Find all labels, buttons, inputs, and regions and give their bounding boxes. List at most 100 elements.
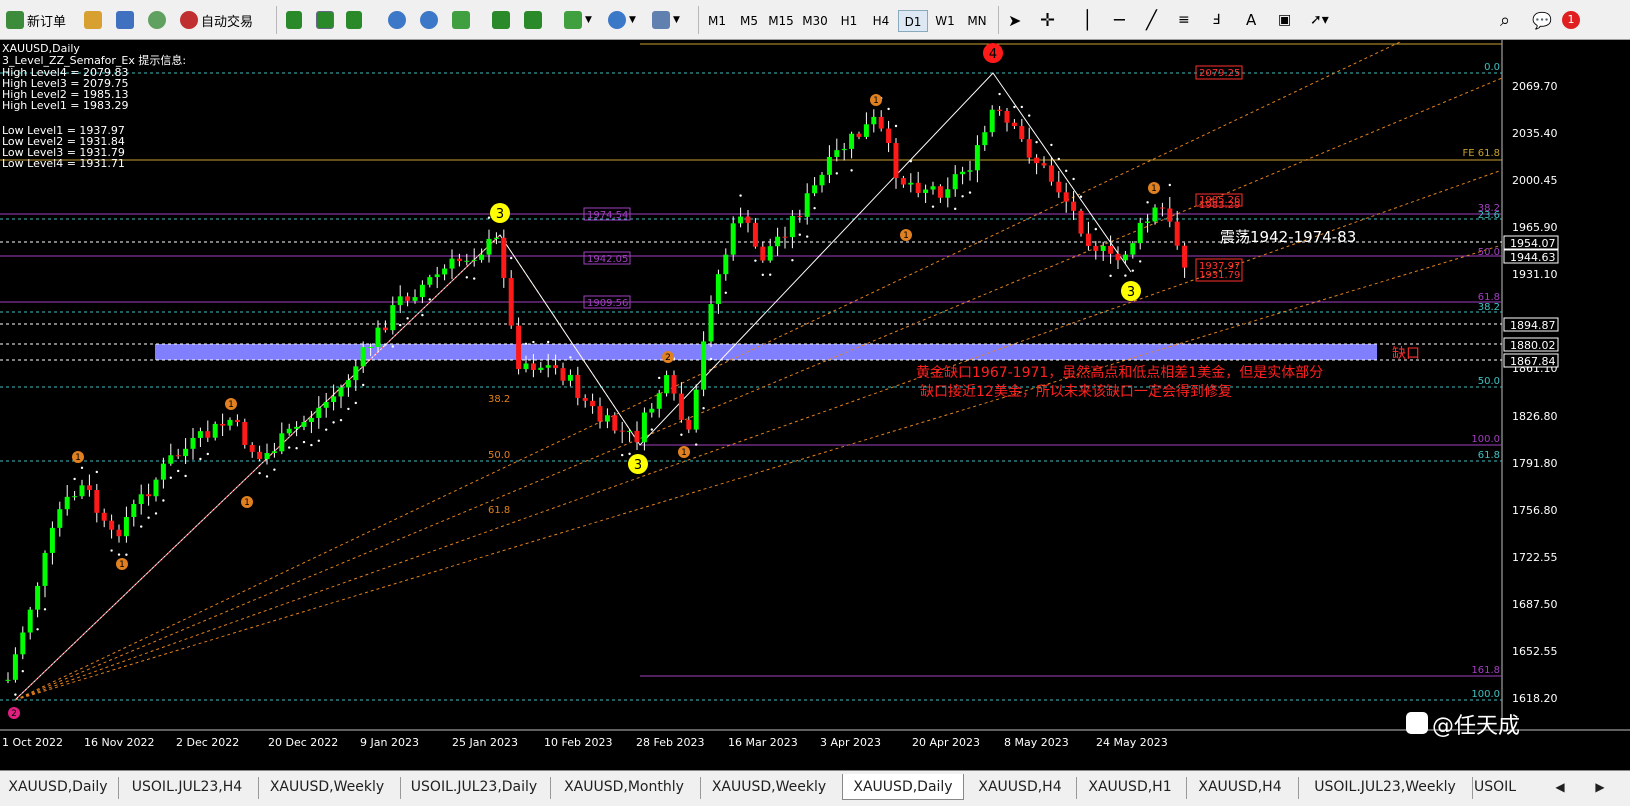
- candle-chart-button[interactable]: [316, 8, 337, 32]
- candle-body: [582, 397, 588, 401]
- history-button[interactable]: [148, 8, 169, 32]
- timeframe-m15[interactable]: M15: [766, 10, 796, 32]
- sar-dot: [621, 453, 624, 457]
- tab-usoil-weekly[interactable]: USOIL.JUL23,Weekly: [1300, 774, 1470, 800]
- vertical-line-tool[interactable]: │: [1082, 8, 1093, 32]
- candle-body: [190, 437, 196, 449]
- trendline-tool[interactable]: ╱: [1146, 8, 1157, 32]
- fibo-fan-tool[interactable]: Ⅎ: [1212, 8, 1220, 32]
- candle-body: [997, 109, 1003, 112]
- sar-dot: [117, 553, 121, 556]
- info-line: High Level1 = 1983.29: [2, 99, 129, 112]
- text-tool[interactable]: A: [1246, 8, 1256, 32]
- candle-body: [1011, 122, 1017, 127]
- candle-body: [723, 254, 729, 275]
- candle-body: [390, 305, 396, 331]
- timeframe-mn[interactable]: MN: [962, 10, 992, 32]
- candle-body: [560, 368, 566, 381]
- market-watch-button[interactable]: [84, 8, 105, 32]
- zoom-in-button[interactable]: [388, 8, 409, 32]
- fib-label: 50.0: [1478, 247, 1500, 258]
- sar-dot: [317, 439, 320, 443]
- candle-body: [382, 327, 388, 331]
- zoom-out-icon: [420, 11, 438, 29]
- date-tick: 20 Dec 2022: [268, 736, 338, 749]
- sar-dot: [384, 343, 387, 346]
- candle-body: [109, 520, 115, 530]
- candle-body: [641, 412, 647, 443]
- line-chart-button[interactable]: [346, 8, 365, 32]
- candle-body: [937, 186, 943, 198]
- label-tool[interactable]: ▣: [1278, 8, 1291, 32]
- candle-body: [886, 128, 892, 144]
- candle-body: [1034, 157, 1040, 164]
- sar-dot: [154, 512, 158, 515]
- fibo-tool[interactable]: ≡: [1178, 8, 1190, 32]
- tab-scroll-left[interactable]: ◀: [1540, 774, 1580, 800]
- auto-scroll-button[interactable]: [492, 8, 513, 32]
- tab-usoil-h4[interactable]: USOIL.JUL23,H4: [120, 774, 254, 800]
- tab-xauusd-h4[interactable]: XAUUSD,H4: [968, 774, 1072, 800]
- sar-dot: [110, 549, 113, 552]
- tab-xauusd-daily[interactable]: XAUUSD,Daily: [2, 774, 114, 800]
- date-tick: 9 Jan 2023: [360, 736, 419, 749]
- arrows-tool[interactable]: ➚▾: [1310, 8, 1329, 32]
- chat-button[interactable]: 💬: [1532, 8, 1552, 32]
- tab-xauusd-h1[interactable]: XAUUSD,H1: [1078, 774, 1182, 800]
- candle-body: [1115, 253, 1121, 261]
- cursor-tool[interactable]: ➤: [1008, 8, 1021, 32]
- price-tick: 2035.40: [1512, 127, 1558, 140]
- candle-body: [397, 296, 403, 306]
- tab-xauusd-monthly[interactable]: XAUUSD,Monthly: [552, 774, 696, 800]
- auto-trade-button[interactable]: 自动交易: [180, 8, 253, 32]
- timeframe-m5[interactable]: M5: [734, 10, 764, 32]
- templates-button[interactable]: ▼: [652, 8, 680, 32]
- new-order-button[interactable]: 新订单: [6, 8, 66, 32]
- bar-chart-icon: [286, 11, 302, 29]
- sar-dot: [125, 553, 128, 556]
- tab-scroll-right[interactable]: ▶: [1580, 774, 1620, 800]
- notifications-button[interactable]: 1: [1562, 8, 1580, 32]
- timeframe-w1[interactable]: W1: [930, 10, 960, 32]
- zoom-out-button[interactable]: [420, 8, 441, 32]
- candle-body: [1167, 208, 1173, 222]
- sar-dot: [465, 276, 468, 279]
- candle-body: [508, 277, 514, 326]
- price-box: 1894.87: [1510, 319, 1556, 332]
- tab-usoil-daily[interactable]: USOIL.JUL23,Daily: [402, 774, 546, 800]
- price-chart[interactable]: XAUUSD,Daily 3_Level_ZZ_Semafor_Ex 提示信息:…: [0, 40, 1630, 770]
- auto-trade-label: 自动交易: [201, 14, 254, 30]
- sar-dot: [258, 471, 261, 475]
- timeframe-m30[interactable]: M30: [800, 10, 830, 32]
- sar-dot: [310, 443, 313, 447]
- bar-chart-button[interactable]: [286, 8, 305, 32]
- timeframe-m1[interactable]: M1: [702, 10, 732, 32]
- navigator-button[interactable]: [116, 8, 137, 32]
- horizontal-line-tool[interactable]: ─: [1114, 8, 1125, 32]
- indicators-button[interactable]: ▼: [564, 8, 592, 32]
- candle-body: [812, 185, 818, 194]
- date-tick: 1 Oct 2022: [2, 736, 63, 749]
- level-boxes: 1974.54 1942.05 1909.56: [583, 207, 631, 309]
- tab-xauusd-h4-2[interactable]: XAUUSD,H4: [1188, 774, 1292, 800]
- tab-xauusd-weekly-2[interactable]: XAUUSD,Weekly: [702, 774, 836, 800]
- candle-body: [249, 444, 255, 452]
- wave-label: 4: [989, 47, 997, 62]
- semafor-label: 1: [681, 448, 687, 458]
- timeframe-d1[interactable]: D1: [898, 10, 928, 32]
- sar-dot: [998, 92, 1001, 96]
- tab-xauusd-weekly[interactable]: XAUUSD,Weekly: [260, 774, 394, 800]
- crosshair-tool[interactable]: ✛: [1040, 8, 1055, 32]
- tile-windows-button[interactable]: [452, 8, 473, 32]
- watermark: @任天成: [1406, 712, 1520, 739]
- chart-shift-button[interactable]: [524, 8, 545, 32]
- timeframe-h4[interactable]: H4: [866, 10, 896, 32]
- sar-dot: [339, 418, 343, 422]
- sar-dot: [43, 608, 47, 611]
- candle-body: [982, 132, 988, 146]
- tab-xauusd-daily-active[interactable]: XAUUSD,Daily: [842, 774, 964, 800]
- periods-button[interactable]: ▼: [608, 8, 636, 32]
- search-button[interactable]: ⌕: [1500, 8, 1510, 32]
- timeframe-h1[interactable]: H1: [834, 10, 864, 32]
- tab-usoil[interactable]: USOIL: [1474, 774, 1530, 800]
